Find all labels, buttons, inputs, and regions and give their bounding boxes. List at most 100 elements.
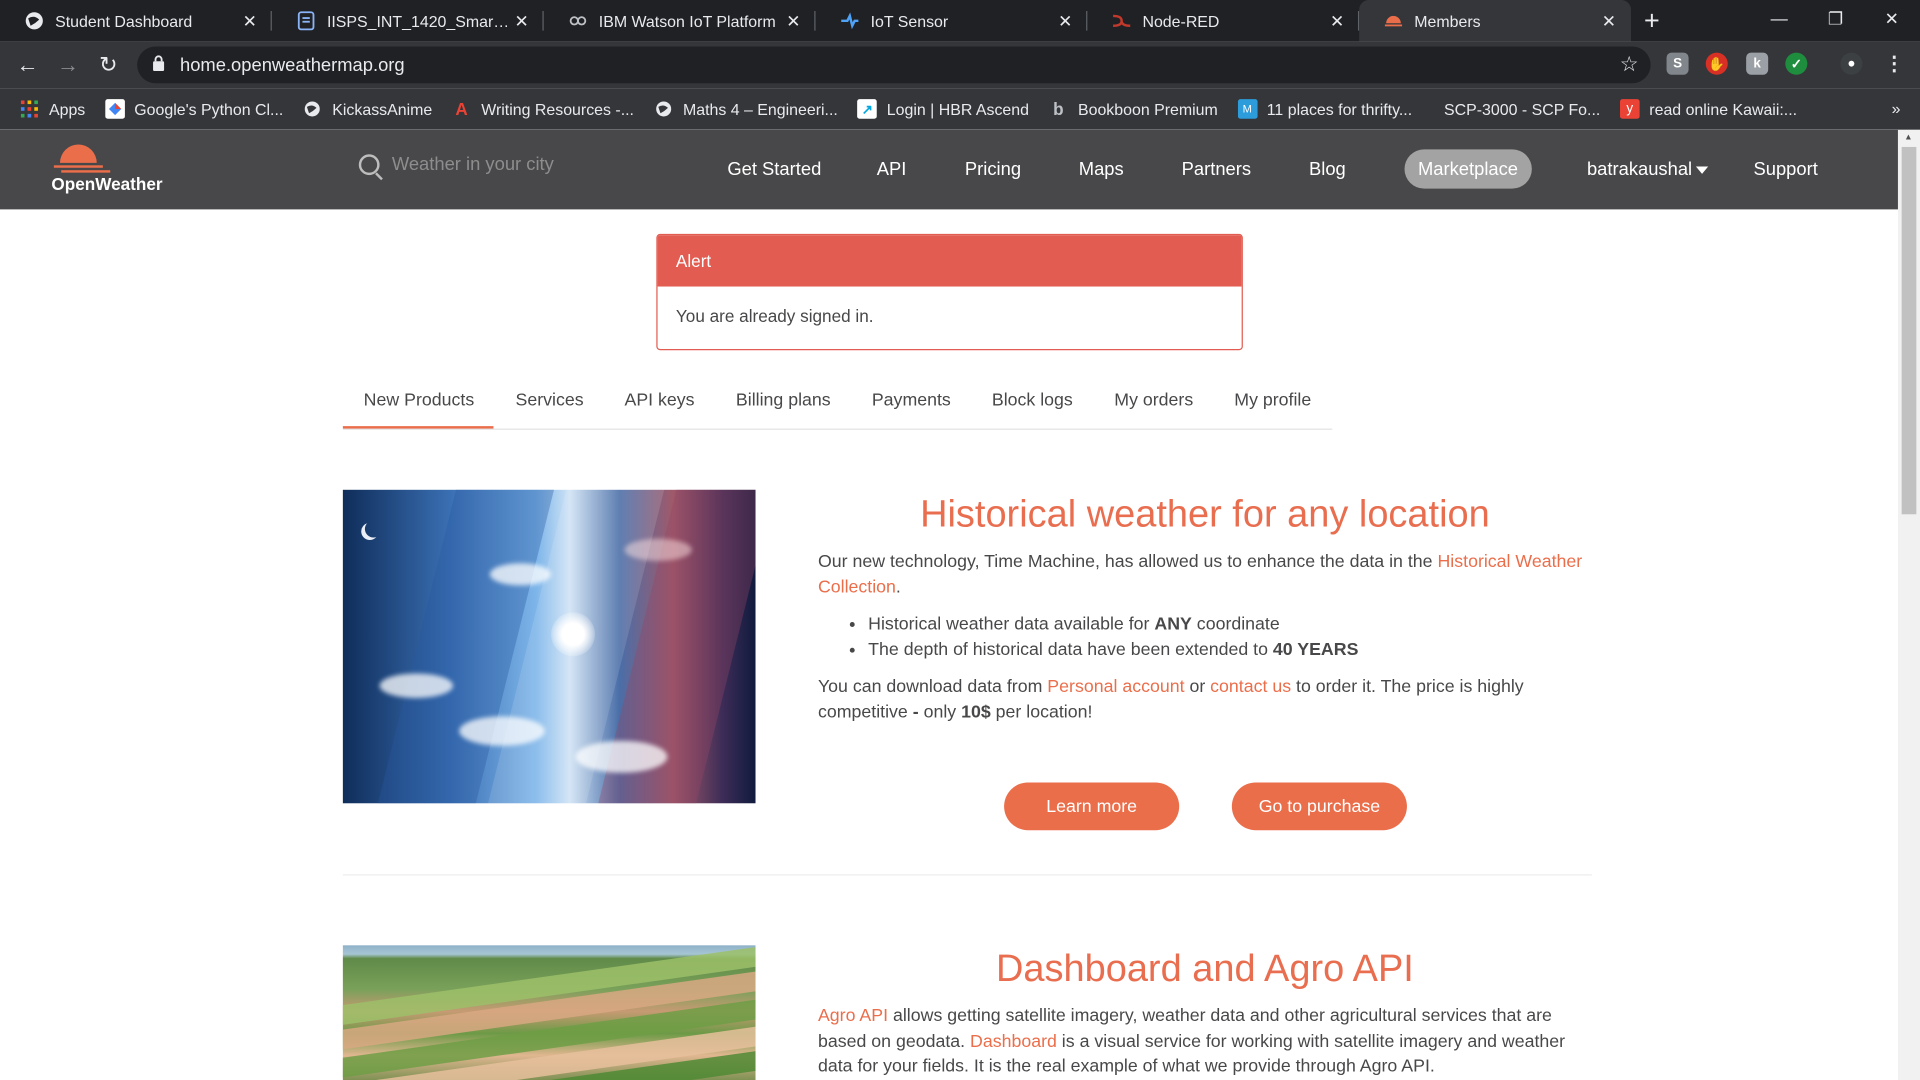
historical-title: Historical weather for any location: [920, 492, 1490, 536]
section-divider: [342, 874, 1592, 876]
agro-api-link[interactable]: Agro API: [818, 1007, 888, 1027]
tab-block-logs[interactable]: Block logs: [992, 391, 1073, 411]
nav-user-menu[interactable]: batrakaushal: [1587, 159, 1709, 180]
tab-services[interactable]: Services: [516, 391, 584, 411]
nav-partners[interactable]: Partners: [1182, 159, 1251, 180]
tab-new-products[interactable]: New Products: [342, 391, 494, 429]
profile-avatar-icon[interactable]: ●: [1840, 52, 1863, 75]
globe-icon: [303, 99, 323, 119]
tab-billing-plans[interactable]: Billing plans: [736, 391, 831, 411]
alert-title: Alert: [657, 235, 1242, 287]
personal-account-link[interactable]: Personal account: [1047, 677, 1184, 697]
fire-icon: y: [1619, 99, 1640, 119]
browser-toolbar: ← → ↻ home.openweathermap.org ☆: [0, 41, 1920, 89]
scroll-up-arrow-icon[interactable]: ▲: [1904, 133, 1912, 142]
bookmark-label: Maths 4 – Engineeri...: [682, 99, 838, 119]
bookmark-item[interactable]: A Writing Resources -...: [452, 99, 634, 119]
bookmark-star-icon[interactable]: ☆: [1620, 53, 1639, 77]
url-text: home.openweathermap.org: [180, 54, 405, 76]
close-window-icon[interactable]: ✕: [1864, 0, 1920, 37]
search-icon: [358, 154, 380, 176]
tab-payments[interactable]: Payments: [872, 391, 951, 411]
new-tab-button[interactable]: +: [1631, 0, 1673, 42]
page-scrollbar[interactable]: ▲: [1897, 129, 1920, 1080]
nav-marketplace[interactable]: Marketplace: [1404, 149, 1532, 189]
writing-icon: A: [455, 99, 468, 119]
city-search[interactable]: Weather in your city: [358, 154, 554, 176]
nav-support[interactable]: Support: [1753, 159, 1817, 180]
farm-fields-image: [342, 945, 756, 1080]
browser-tab[interactable]: IISPS_INT_1420_Smart Agricu ✕: [272, 0, 544, 42]
bookmark-item[interactable]: ↗ Login | HBR Ascend: [857, 99, 1029, 119]
feature-list: Historical weather data available for AN…: [868, 612, 1592, 662]
window-controls: — ❐ ✕: [1751, 0, 1920, 42]
bookmark-item[interactable]: Google's Python Cl...: [104, 99, 284, 119]
tab-my-orders[interactable]: My orders: [1114, 391, 1193, 411]
account-tabs: New Products Services API keys Billing p…: [342, 381, 1333, 430]
bookmark-item[interactable]: b Bookboon Premium: [1049, 99, 1218, 119]
bookmark-label: Apps: [48, 99, 86, 119]
bookmark-item[interactable]: SCP-3000 - SCP Fo...: [1444, 100, 1600, 118]
browser-tab[interactable]: Student Dashboard ✕: [0, 0, 272, 42]
back-arrow-icon[interactable]: ←: [7, 47, 47, 84]
agro-title: Dashboard and Agro API: [995, 946, 1414, 990]
extension-hand-icon[interactable]: ✋: [1705, 52, 1728, 75]
kebab-menu-icon[interactable]: ⋮: [1883, 53, 1905, 75]
close-tab-icon[interactable]: ✕: [512, 10, 532, 31]
extension-puzzle-icon[interactable]: k: [1746, 52, 1769, 75]
go-to-purchase-button[interactable]: Go to purchase: [1231, 782, 1407, 831]
bookmarks-overflow-icon[interactable]: »: [1892, 99, 1901, 117]
tab-my-profile[interactable]: My profile: [1234, 391, 1311, 411]
openweather-icon: [1384, 11, 1404, 31]
reload-icon[interactable]: ↻: [88, 47, 128, 84]
dashboard-link[interactable]: Dashboard: [970, 1032, 1057, 1052]
bookmark-item[interactable]: y read online Kawaii:...: [1619, 99, 1797, 119]
logo-text: OpenWeather: [51, 173, 163, 194]
bookmark-label: KickassAnime: [332, 99, 433, 119]
nav-get-started[interactable]: Get Started: [727, 159, 821, 180]
extension-green-icon[interactable]: ✓: [1785, 52, 1808, 75]
iot-icon: [840, 11, 860, 31]
contact-us-link[interactable]: contact us: [1210, 677, 1291, 697]
document-icon: [296, 11, 316, 31]
browser-tab[interactable]: IBM Watson IoT Platform ✕: [544, 0, 816, 42]
search-input-placeholder[interactable]: Weather in your city: [392, 154, 554, 175]
close-tab-icon[interactable]: ✕: [1056, 10, 1076, 31]
bookmark-label: Login | HBR Ascend: [886, 99, 1030, 119]
bookmark-item[interactable]: M 11 places for thrifty...: [1237, 99, 1412, 119]
lock-icon: [152, 55, 165, 75]
nav-blog[interactable]: Blog: [1309, 159, 1346, 180]
close-tab-icon[interactable]: ✕: [1327, 10, 1347, 31]
browser-tab-active[interactable]: Members ✕: [1359, 0, 1632, 42]
screen: Student Dashboard ✕ IISPS_INT_1420_Smart…: [0, 0, 1920, 1080]
minimize-icon[interactable]: —: [1751, 0, 1807, 37]
apps-grid-icon: [20, 99, 40, 119]
close-tab-icon[interactable]: ✕: [1599, 10, 1619, 31]
scrollbar-thumb[interactable]: [1901, 146, 1917, 515]
restore-icon[interactable]: ❐: [1807, 0, 1863, 37]
browser-tab[interactable]: IoT Sensor ✕: [816, 0, 1088, 42]
nodered-icon: [1112, 11, 1132, 31]
address-bar[interactable]: home.openweathermap.org ☆: [137, 46, 1651, 84]
learn-more-button[interactable]: Learn more: [1004, 782, 1180, 831]
nav-api[interactable]: API: [877, 159, 907, 180]
bookmark-item[interactable]: Apps: [20, 99, 86, 119]
bookmarks-bar: Apps Google's Python Cl... KickassAnime …: [0, 88, 1920, 130]
sun-logo-icon: [60, 144, 97, 163]
forward-arrow-icon[interactable]: →: [48, 47, 88, 84]
nav-maps[interactable]: Maps: [1079, 159, 1124, 180]
browser-tab[interactable]: Node-RED ✕: [1087, 0, 1360, 42]
bookmark-item[interactable]: Maths 4 – Engineeri...: [654, 99, 838, 119]
alert-box: Alert You are already signed in.: [656, 233, 1243, 351]
close-tab-icon[interactable]: ✕: [784, 10, 804, 31]
historical-intro: Our new technology, Time Machine, has al…: [817, 552, 1583, 597]
list-item: Historical weather data available for AN…: [868, 612, 1592, 637]
bookmark-item[interactable]: KickassAnime: [303, 99, 432, 119]
bookmark-label: Google's Python Cl...: [134, 99, 284, 119]
nav-pricing[interactable]: Pricing: [965, 159, 1021, 180]
extension-s-icon[interactable]: S: [1666, 52, 1689, 75]
close-tab-icon[interactable]: ✕: [240, 10, 260, 31]
tab-title: Node-RED: [1142, 11, 1220, 31]
sun-shape: [551, 612, 596, 657]
tab-api-keys[interactable]: API keys: [624, 391, 694, 411]
